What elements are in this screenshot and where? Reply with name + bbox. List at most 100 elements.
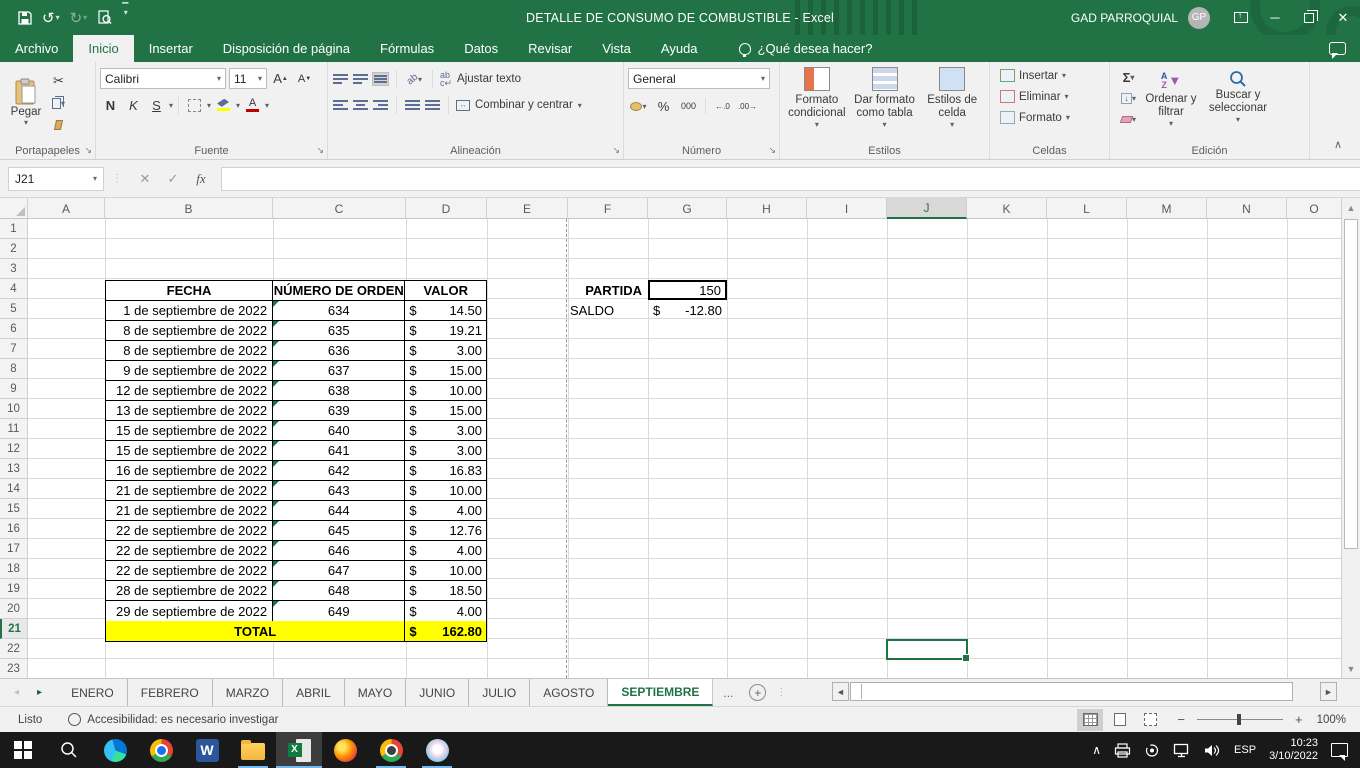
hscroll-left-arrow[interactable]: ◄ (832, 682, 849, 701)
cell-fecha[interactable]: 13 de septiembre de 2022 (106, 401, 273, 421)
cell-orden[interactable]: 649 (273, 601, 405, 621)
tray-expand-chevron[interactable]: ∧ (1092, 743, 1101, 757)
align-middle-button[interactable] (352, 72, 369, 86)
decrease-font-button[interactable]: A▼ (294, 69, 315, 89)
taskbar-chrome-profile[interactable] (368, 732, 414, 768)
language-indicator[interactable]: ESP (1234, 744, 1256, 756)
sheet-tab[interactable]: ABRIL (283, 679, 345, 706)
align-bottom-button[interactable] (372, 72, 389, 86)
row-header[interactable]: 21 (0, 619, 28, 639)
network-icon[interactable] (1173, 743, 1191, 758)
wrap-text-button[interactable]: abc↵ Ajustar texto (440, 71, 521, 87)
sheet-tab[interactable]: FEBRERO (128, 679, 213, 706)
row-header[interactable]: 3 (0, 259, 28, 279)
sheet-tab[interactable]: MARZO (213, 679, 283, 706)
scroll-down-arrow[interactable]: ▼ (1342, 659, 1360, 678)
tab-formulas[interactable]: Fórmulas (365, 35, 449, 62)
fill-color-dropdown[interactable]: ▾ (236, 101, 240, 110)
cell-valor[interactable]: $15.00 (405, 361, 486, 381)
new-sheet-button[interactable]: + (749, 684, 766, 701)
cell-orden[interactable]: 645 (273, 521, 405, 541)
cell-fecha[interactable]: 12 de septiembre de 2022 (106, 381, 273, 401)
column-header-o[interactable]: O (1287, 198, 1341, 219)
cell-orden[interactable]: 641 (273, 441, 405, 461)
autosum-button[interactable]: Σ▾ (1118, 67, 1139, 87)
alignment-dialog-launcher[interactable]: ↘ (612, 145, 620, 156)
account-name[interactable]: GAD PARROQUIAL (1071, 11, 1178, 25)
close-button[interactable]: ✕ (1326, 0, 1360, 35)
cell-fecha[interactable]: 15 de septiembre de 2022 (106, 441, 273, 461)
cell-orden[interactable]: 643 (273, 481, 405, 501)
decrease-indent-button[interactable] (404, 98, 421, 112)
cell-partida-label[interactable]: PARTIDA (568, 280, 648, 300)
header-valor[interactable]: VALOR (405, 281, 486, 301)
increase-decimal-button[interactable]: ←.0 (712, 96, 733, 116)
cut-button[interactable]: ✂ (48, 71, 69, 91)
cell-orden[interactable]: 642 (273, 461, 405, 481)
row-header[interactable]: 6 (0, 319, 28, 339)
action-center-icon[interactable] (1331, 743, 1348, 757)
page-layout-view-button[interactable] (1107, 709, 1133, 731)
scroll-up-arrow[interactable]: ▲ (1342, 198, 1360, 217)
taskbar-excel-active[interactable]: X (276, 732, 322, 768)
cell-fecha[interactable]: 16 de septiembre de 2022 (106, 461, 273, 481)
tell-me-search[interactable]: ¿Qué desea hacer? (739, 35, 873, 62)
format-painter-button[interactable] (48, 115, 69, 135)
total-value-cell[interactable]: $162.80 (405, 621, 486, 641)
minimize-button[interactable]: ─ (1258, 0, 1292, 35)
sheet-tab[interactable]: AGOSTO (530, 679, 608, 706)
cell-orden[interactable]: 648 (273, 581, 405, 601)
tab-datos[interactable]: Datos (449, 35, 513, 62)
tab-ayuda[interactable]: Ayuda (646, 35, 713, 62)
font-dialog-launcher[interactable]: ↘ (316, 145, 324, 156)
row-header[interactable]: 15 (0, 499, 28, 519)
row-header[interactable]: 18 (0, 559, 28, 579)
format-cells-button[interactable]: Formato▾ (1000, 107, 1105, 128)
taskbar-paint[interactable] (414, 732, 460, 768)
accounting-format-button[interactable]: ▾ (628, 96, 649, 116)
row-header[interactable]: 9 (0, 379, 28, 399)
cell-fecha[interactable]: 29 de septiembre de 2022 (106, 601, 273, 621)
taskbar-chrome[interactable] (138, 732, 184, 768)
delete-cells-button[interactable]: Eliminar▾ (1000, 86, 1105, 107)
decrease-decimal-button[interactable]: .00→ (737, 96, 758, 116)
taskbar-clock[interactable]: 10:23 3/10/2022 (1269, 737, 1318, 763)
start-button[interactable] (0, 732, 46, 768)
grid-body[interactable]: FECHA NÚMERO DE ORDEN VALOR 1 de septiem… (28, 219, 1341, 678)
sheet-tab-active[interactable]: SEPTIEMBRE (608, 679, 713, 706)
selected-cell-j21[interactable] (886, 639, 968, 660)
cell-orden[interactable]: 640 (273, 421, 405, 441)
cell-orden[interactable]: 635 (273, 321, 405, 341)
align-center-button[interactable] (352, 98, 369, 112)
cell-fecha[interactable]: 15 de septiembre de 2022 (106, 421, 273, 441)
increase-font-button[interactable]: A▲ (270, 69, 291, 89)
sheet-nav-left[interactable]: ◂ (14, 687, 19, 698)
cell-saldo-label[interactable]: SALDO (568, 300, 648, 320)
cell-fecha[interactable]: 22 de septiembre de 2022 (106, 521, 273, 541)
orientation-button[interactable]: ab▾ (404, 69, 425, 89)
cell-valor[interactable]: $4.00 (405, 541, 486, 561)
sort-filter-button[interactable]: AZ ▼ Ordenar y filtrar▾ (1139, 65, 1203, 141)
find-select-button[interactable]: Buscar y seleccionar▾ (1203, 65, 1273, 141)
column-header-e[interactable]: E (487, 198, 568, 219)
accessibility-status[interactable]: Accesibilidad: es necesario investigar (87, 714, 278, 726)
cell-orden[interactable]: 644 (273, 501, 405, 521)
cell-saldo-value[interactable]: $-12.80 (648, 300, 727, 320)
row-header[interactable]: 23 (0, 659, 28, 679)
cell-valor[interactable]: $3.00 (405, 341, 486, 361)
align-right-button[interactable] (372, 98, 389, 112)
row-header[interactable]: 13 (0, 459, 28, 479)
zoom-in-button[interactable]: + (1295, 712, 1303, 727)
italic-button[interactable]: K (123, 95, 144, 115)
cell-fecha[interactable]: 22 de septiembre de 2022 (106, 541, 273, 561)
column-header-h[interactable]: H (727, 198, 807, 219)
cell-fecha[interactable]: 22 de septiembre de 2022 (106, 561, 273, 581)
camera-icon[interactable] (1144, 743, 1160, 758)
cell-valor[interactable]: $15.00 (405, 401, 486, 421)
cell-fecha[interactable]: 28 de septiembre de 2022 (106, 581, 273, 601)
row-header[interactable]: 5 (0, 299, 28, 319)
number-format-combo[interactable]: General▾ (628, 68, 770, 89)
insert-function-button[interactable]: fx (187, 171, 215, 187)
number-dialog-launcher[interactable]: ↘ (768, 145, 776, 156)
account-avatar[interactable]: GP (1188, 7, 1210, 29)
